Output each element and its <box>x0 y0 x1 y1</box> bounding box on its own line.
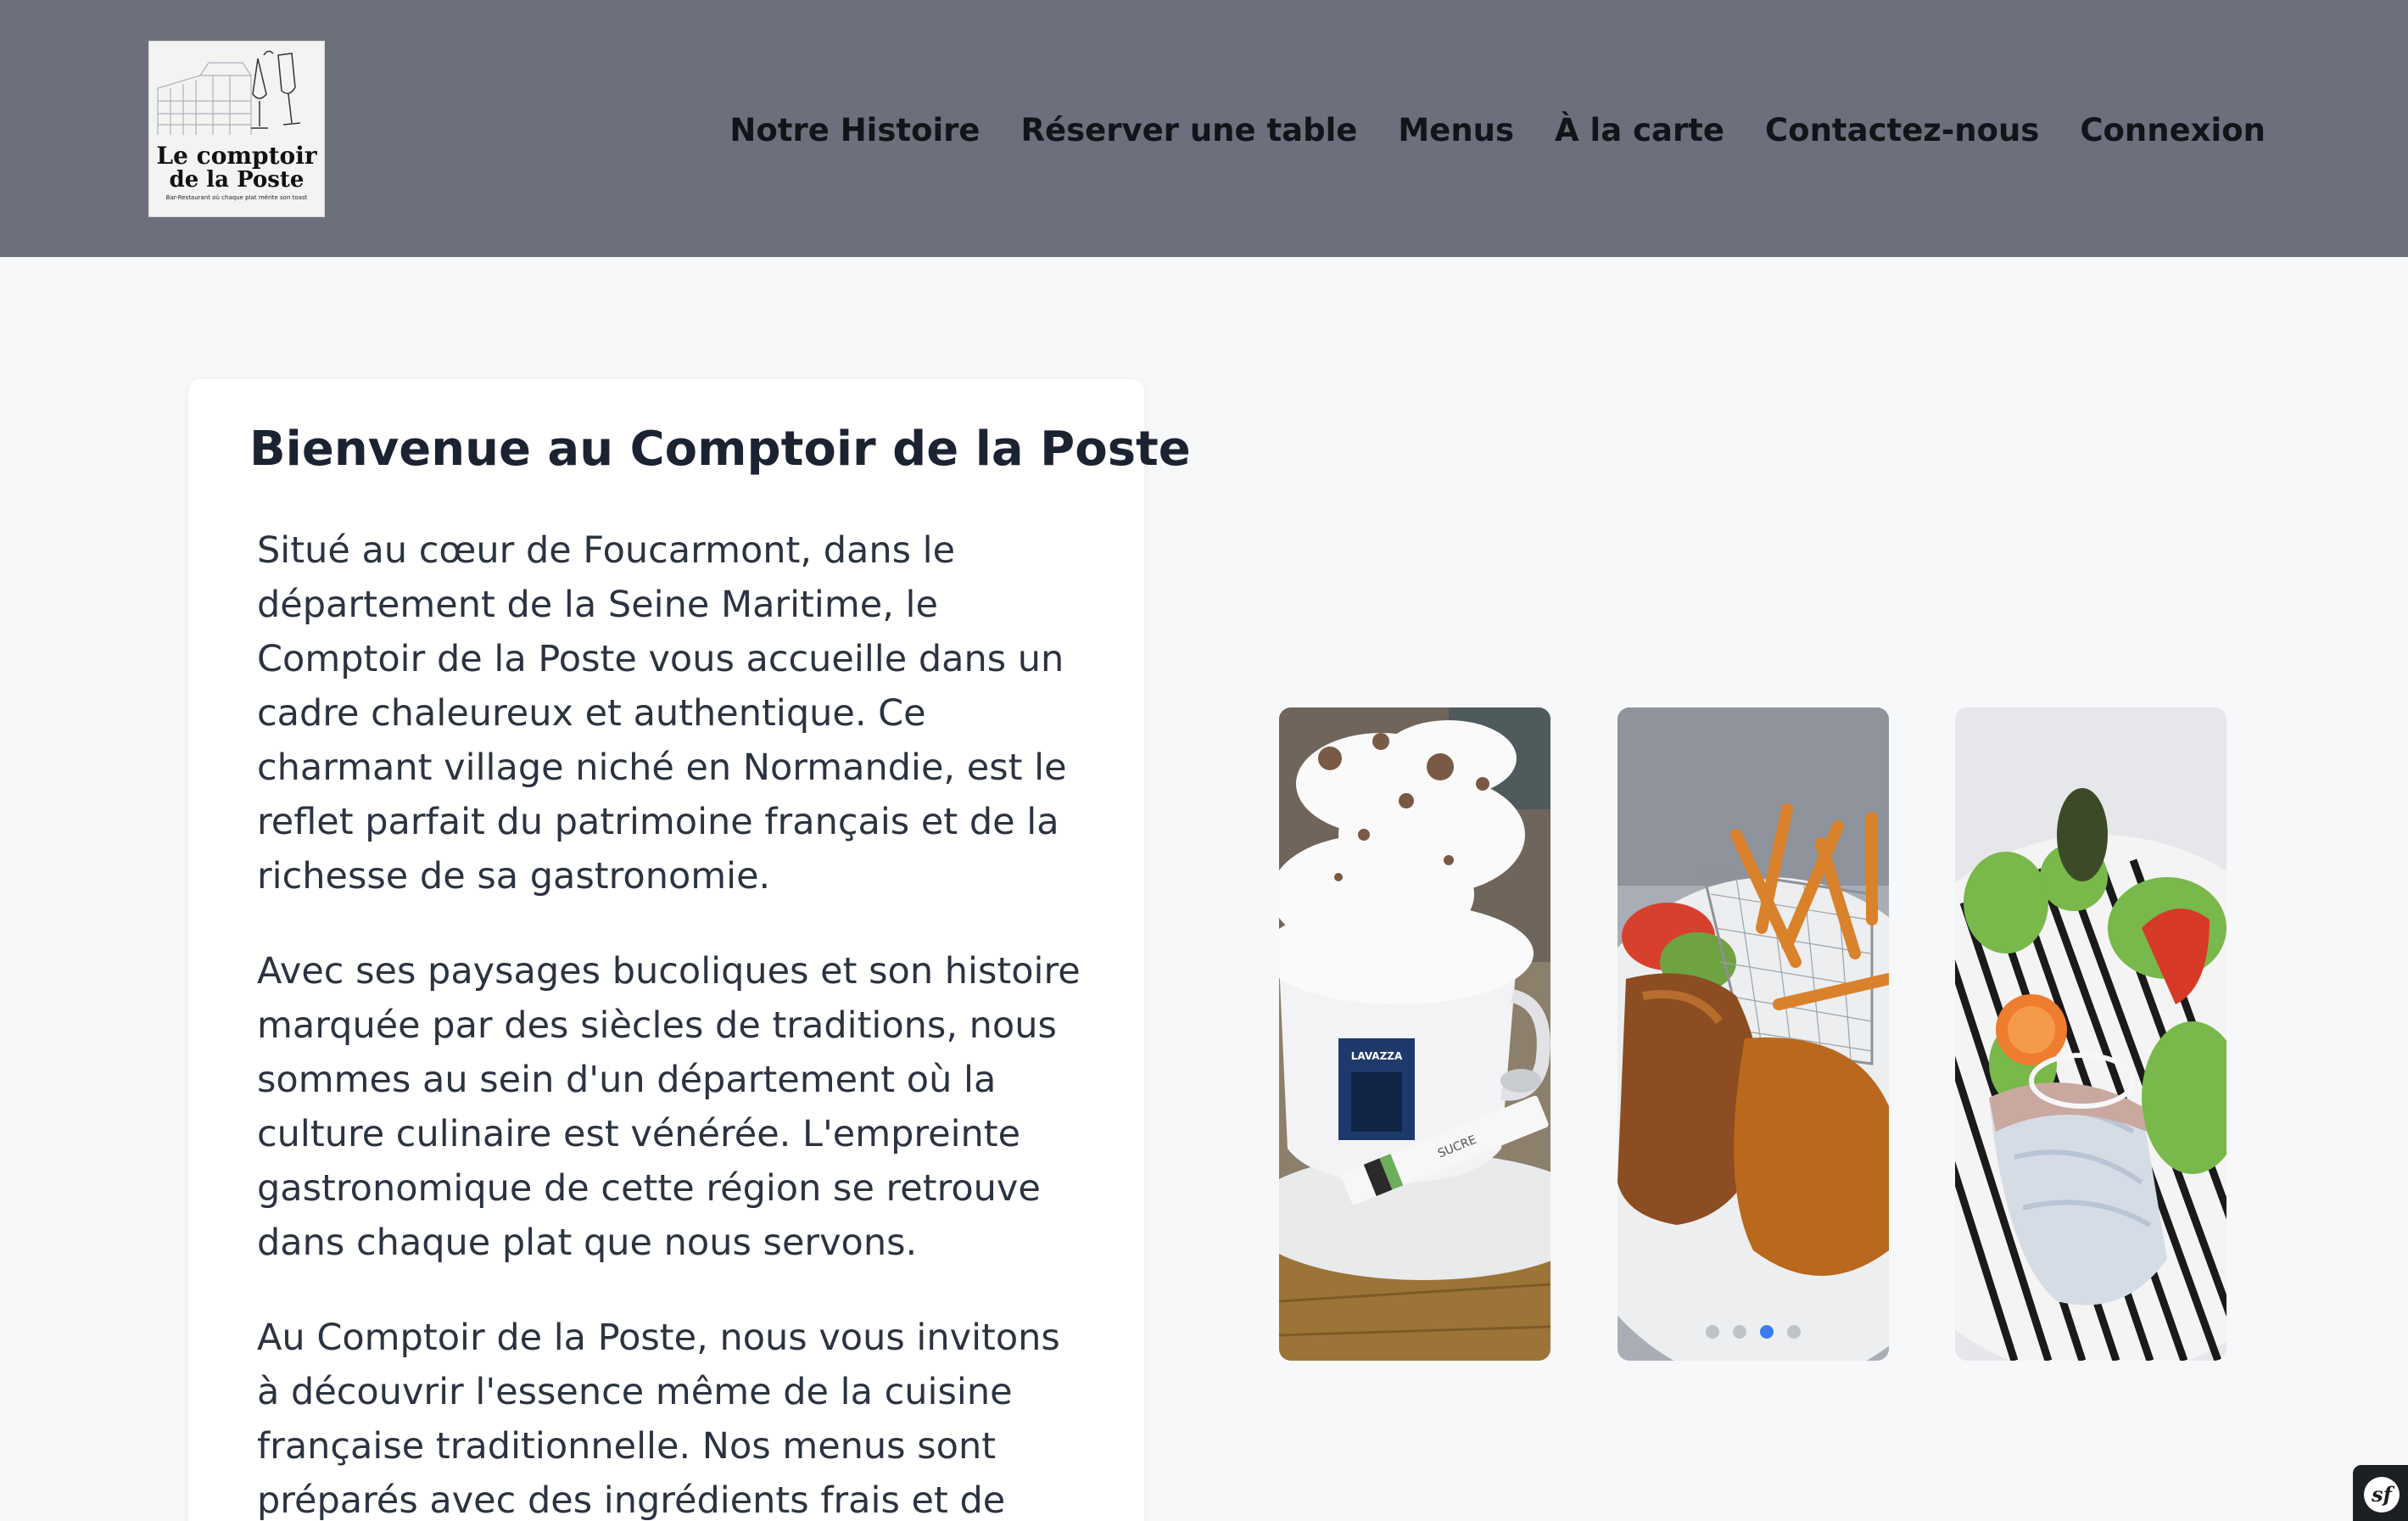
nav-menus[interactable]: Menus <box>1398 112 1514 148</box>
site-logo[interactable]: Le comptoir de la Poste Bar-Restaurant o… <box>148 41 325 217</box>
carousel-dot-3[interactable] <box>1760 1325 1774 1339</box>
logo-title-line2: de la Poste <box>169 167 304 193</box>
nav-connexion[interactable]: Connexion <box>2080 112 2266 148</box>
logo-title-line1: Le comptoir <box>156 142 317 170</box>
nav-reserver-table[interactable]: Réserver une table <box>1021 112 1358 148</box>
intro-title: Bienvenue au Comptoir de la Poste <box>249 422 1191 477</box>
carousel-dot-4[interactable] <box>1787 1325 1801 1339</box>
symfony-logo-icon: sf <box>2364 1477 2400 1513</box>
intro-paragraph: Situé au cœur de Foucarmont, dans le dép… <box>257 529 1067 898</box>
carousel-dot-2[interactable] <box>1733 1325 1746 1339</box>
logo-tagline: Bar-Restaurant où chaque plat mérite son… <box>165 194 308 201</box>
site-header: Le comptoir de la Poste Bar-Restaurant o… <box>0 0 2408 257</box>
nav-contactez-nous[interactable]: Contactez-nous <box>1765 112 2039 148</box>
carousel-slide-coffee[interactable]: LAVAZZA SUCRE <box>1279 707 1550 1361</box>
salmon-photo-icon <box>1955 707 2226 1361</box>
nav-notre-histoire[interactable]: Notre Histoire <box>729 112 980 148</box>
cup-brand-text: LAVAZZA <box>1351 1050 1403 1062</box>
carousel-slide-steak[interactable] <box>1617 707 1889 1361</box>
carousel-dot-1[interactable] <box>1706 1325 1719 1339</box>
steak-photo-icon <box>1617 707 1889 1361</box>
intro-paragraph: Avec ses paysages bucoliques et son hist… <box>257 950 1081 1264</box>
main-nav: Notre Histoire Réserver une table Menus … <box>729 104 2266 155</box>
nav-a-la-carte[interactable]: À la carte <box>1555 112 1724 148</box>
carousel-indicators <box>1706 1325 1801 1339</box>
carousel-slide-salmon[interactable] <box>1955 707 2226 1361</box>
intro-body: Situé au cœur de Foucarmont, dans le dép… <box>257 523 1088 1521</box>
coffee-photo-icon: LAVAZZA SUCRE <box>1279 707 1550 1361</box>
page: Le comptoir de la Poste Bar-Restaurant o… <box>0 0 2408 1521</box>
intro-card: Bienvenue au Comptoir de la Poste Situé … <box>188 379 1191 1521</box>
intro-paragraph: Au Comptoir de la Poste, nous vous invit… <box>257 1317 1060 1521</box>
symfony-toolbar-toggle[interactable]: sf <box>2353 1465 2408 1521</box>
photo-carousel: LAVAZZA SUCRE <box>1279 707 2226 1361</box>
